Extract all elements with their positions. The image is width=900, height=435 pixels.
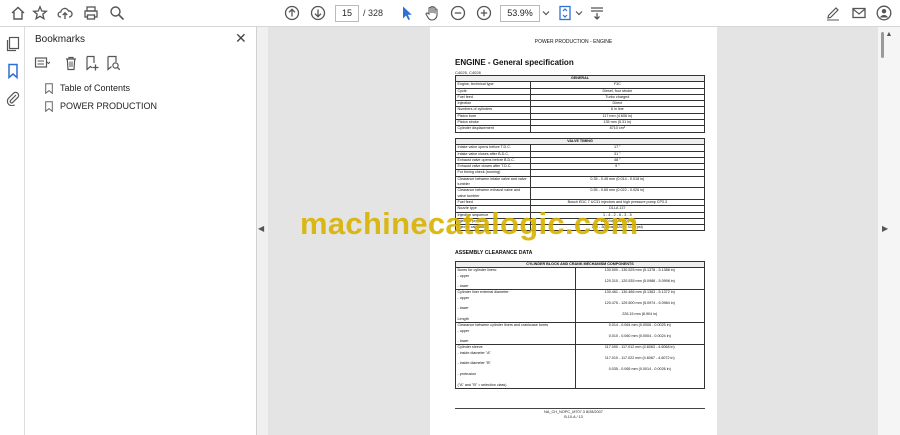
bookmark-star-icon[interactable] [31, 4, 49, 22]
row-value: 117.000 - 117.012 mm (4.6063 - 4.6068 in… [574, 344, 706, 389]
print-icon[interactable] [82, 4, 100, 22]
row-label: Cylinder displacement [455, 125, 531, 133]
select-cursor-icon[interactable] [398, 4, 416, 22]
assembly-clearance-heading: ASSEMBLY CLEARANCE DATA [455, 250, 533, 256]
top-toolbar: 15 / 328 53.9% [0, 0, 900, 27]
page-fit-chevron-icon[interactable] [574, 4, 584, 22]
collapse-right-panel-icon[interactable]: ▶ [882, 224, 888, 233]
bookmarks-panel: Bookmarks ✕ Table of Contents POWER PROD… [25, 27, 257, 435]
page-total: / 328 [363, 8, 384, 18]
home-icon[interactable] [9, 4, 27, 22]
row-label: Clearance between exhaust valve and valv… [455, 187, 531, 200]
scroll-up-icon[interactable]: ▲ [884, 25, 894, 43]
find-bookmark-icon[interactable] [104, 54, 122, 72]
page-thumbnails-icon[interactable] [4, 35, 22, 53]
row-label: Bores for cylinder liners: - upper - low… [455, 267, 576, 291]
bookmark-item-power-production[interactable]: POWER PRODUCTION [45, 99, 157, 113]
table-row: Cylinder liner external diameter: - uppe… [455, 289, 706, 324]
email-icon[interactable] [850, 4, 868, 22]
zoom-in-icon[interactable] [475, 4, 493, 22]
close-panel-icon[interactable]: ✕ [235, 31, 247, 45]
footer-page-number: B.10.A / 13 [564, 415, 583, 419]
table-row: Clearance between cylinder liners and cr… [455, 322, 706, 346]
zoom-search-icon[interactable] [108, 4, 126, 22]
table-row: Cylinder displacement 8710 cm³ [455, 125, 706, 133]
row-value: 0.35 - 0.45 mm (0.014 - 0.018 in) [529, 175, 706, 189]
table-row: Cylinder sleeve - inside diameter "A" - … [455, 344, 706, 389]
row-label: Cylinder liner external diameter: - uppe… [455, 289, 576, 324]
table-row: Clearance between exhaust valve and valv… [455, 187, 706, 200]
hand-tool-icon[interactable] [423, 4, 441, 22]
page-title: ENGINE - General specification [455, 58, 574, 67]
bookmark-ribbon-icon [45, 82, 53, 94]
row-label: Cylinder sleeve - inside diameter "A" - … [455, 344, 576, 389]
row-label: Clearance between intake valve and valve… [455, 175, 531, 189]
fill-sign-icon[interactable] [824, 4, 842, 22]
bookmarks-panel-title: Bookmarks [35, 34, 86, 45]
next-page-icon[interactable] [309, 4, 327, 22]
scrolling-mode-icon[interactable] [588, 4, 606, 22]
zoom-dropdown-chevron-icon[interactable] [541, 4, 551, 22]
attachments-icon[interactable] [4, 89, 22, 107]
previous-page-icon[interactable] [283, 4, 301, 22]
cylinder-block-table: CYLINDER BLOCK AND CRANK MECHANISM COMPO… [455, 260, 706, 389]
footer-reference: NA_CH_NOPC_M707.3 8/28/2007 [544, 410, 603, 414]
row-value: 130.461 - 130.486 mm (5.1363 - 5.1372 in… [574, 289, 706, 324]
bookmark-options-icon[interactable] [33, 54, 51, 72]
add-bookmark-icon[interactable] [83, 54, 101, 72]
bookmark-label: POWER PRODUCTION [60, 101, 158, 111]
bookmark-item-table-of-contents[interactable]: Table of Contents [45, 81, 130, 95]
delete-bookmark-icon[interactable] [62, 54, 80, 72]
watermark-text: machinecatalogic.com [300, 206, 639, 241]
bookmarks-panel-icon[interactable] [4, 62, 22, 80]
page-running-header: POWER PRODUCTION - ENGINE [534, 39, 613, 45]
row-value: 8710 cm³ [529, 125, 706, 133]
zoom-level-field[interactable]: 53.9% [500, 5, 540, 22]
footer-rule [455, 408, 705, 409]
left-navigation-rail [0, 27, 25, 435]
page-number-input[interactable]: 15 [335, 5, 359, 22]
upload-cloud-icon[interactable] [56, 4, 74, 22]
page-fit-icon[interactable] [556, 4, 574, 22]
row-value: 130.500 - 130.525 mm (5.1378 - 5.1388 in… [574, 267, 706, 291]
account-icon[interactable] [875, 4, 893, 22]
table-row: Bores for cylinder liners: - upper - low… [455, 267, 706, 291]
collapse-left-panel-icon[interactable]: ◀ [258, 224, 266, 234]
bookmark-ribbon-icon [45, 100, 53, 112]
general-spec-table: GENERAL Engine, technical type F3C Cycle Di… [455, 74, 706, 133]
row-value: 0.55 - 0.65 mm (0.022 - 0.026 in) [529, 187, 706, 200]
table-row: Clearance between intake valve and valve… [455, 175, 706, 189]
zoom-out-icon[interactable] [449, 4, 467, 22]
row-value: 0.014 - 0.064 mm (0.0006 - 0.0025 in) 0.… [574, 322, 706, 346]
bookmark-label: Table of Contents [60, 83, 131, 93]
row-label: Clearance between cylinder liners and cr… [455, 322, 576, 346]
